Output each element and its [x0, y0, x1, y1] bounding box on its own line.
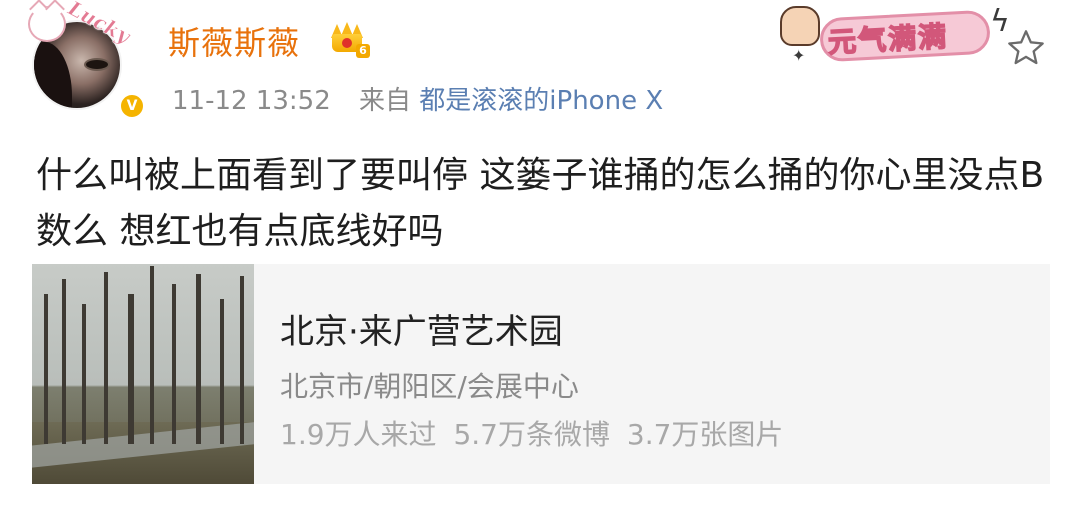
pendant-text: Lucky	[64, 0, 135, 49]
source-link[interactable]: 都是滚滚的iPhone X	[419, 86, 663, 116]
avatar-pendant: Lucky	[22, 0, 142, 50]
vip-level: 6	[356, 44, 370, 58]
photo-count: 3.7万张图片	[626, 418, 784, 451]
post-timestamp: 11-12 13:52	[172, 86, 331, 116]
favorite-star-button[interactable]	[1004, 26, 1048, 70]
verified-badge-icon: V	[118, 92, 146, 120]
location-info: 北京·来广营艺术园 北京市/朝阳区/会展中心 1.9万人来过 5.7万条微博 3…	[254, 264, 791, 484]
post-body-text: 什么叫被上面看到了要叫停 这篓子谁捅的怎么捅的你心里没点B数么 想红也有点底线好…	[36, 155, 1045, 252]
post-meta: 11-12 13:52 来自 都是滚滚的iPhone X	[172, 80, 663, 117]
card-decoration-badge[interactable]: 元气满满 ϟ ✦	[778, 2, 1014, 65]
location-card[interactable]: 北京·来广营艺术园 北京市/朝阳区/会展中心 1.9万人来过 5.7万条微博 3…	[32, 264, 1050, 484]
badge-banner-text: 元气满满	[827, 19, 950, 60]
avatar-eye	[86, 60, 108, 69]
username[interactable]: 斯薇斯薇	[168, 18, 300, 64]
sparkle-icon: ✦	[792, 46, 806, 65]
weibo-count: 5.7万条微博	[453, 418, 610, 451]
cat-icon	[28, 6, 66, 42]
source-prefix: 来自	[359, 86, 412, 116]
visitors-count: 1.9万人来过	[280, 418, 437, 451]
location-address: 北京市/朝阳区/会展中心	[280, 370, 579, 403]
vip-crown-icon[interactable]: 6	[330, 22, 370, 60]
fist-icon	[780, 6, 820, 46]
location-title: 北京·来广营艺术园	[280, 312, 563, 352]
location-stats: 1.9万人来过 5.7万条微博 3.7万张图片	[280, 413, 791, 453]
location-thumbnail	[32, 264, 254, 484]
avatar-block[interactable]: Lucky V	[22, 0, 146, 124]
star-outline-icon	[1008, 30, 1044, 65]
avatar-hair	[34, 42, 72, 108]
